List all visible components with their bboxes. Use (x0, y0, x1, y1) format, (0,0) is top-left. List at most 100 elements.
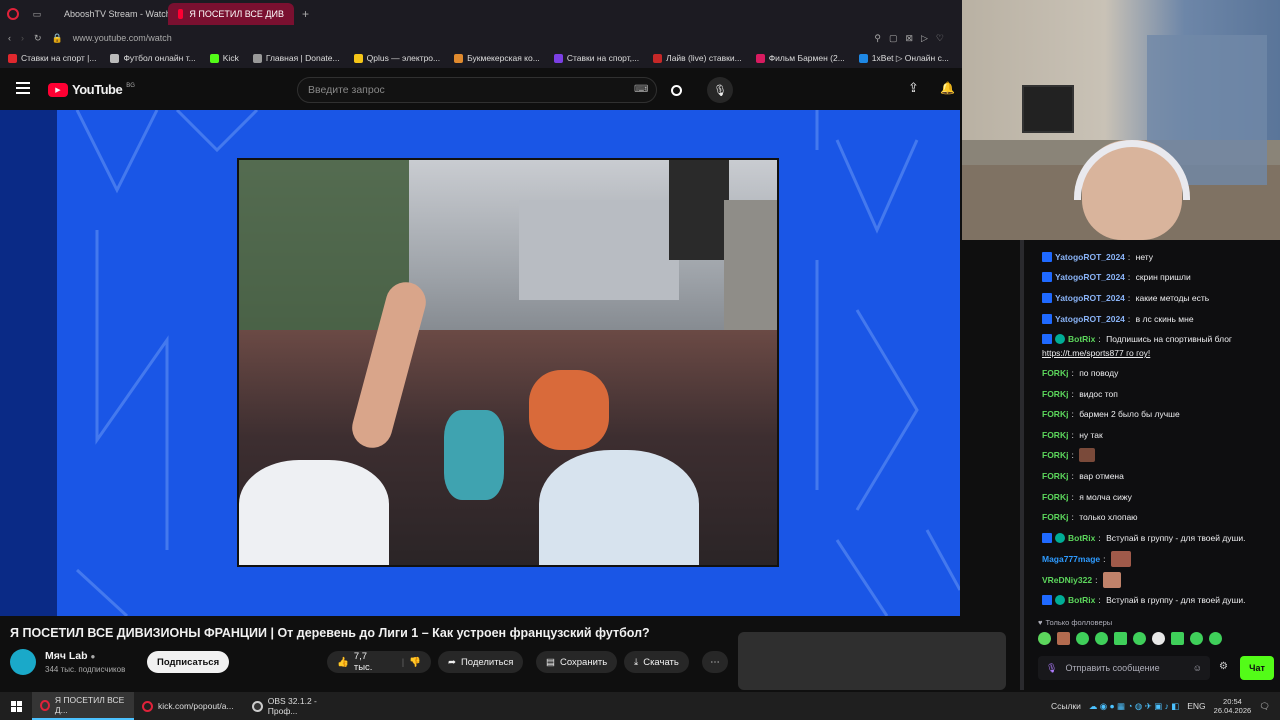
save-button[interactable]: ▤ Сохранить (536, 651, 618, 673)
more-actions-button[interactable]: ⋯ (702, 651, 728, 673)
bookmark[interactable]: Kick (209, 53, 239, 63)
url-field[interactable]: www.youtube.com/watch (73, 33, 172, 43)
menu-icon[interactable] (16, 82, 30, 94)
subscriber-count: 344 тыс. подписчиков (45, 665, 126, 674)
language-indicator[interactable]: ENG (1187, 701, 1205, 711)
sub-badge-icon (1042, 272, 1052, 282)
chat-message: FORKj: вар отмена (1042, 471, 1124, 481)
channel-avatar[interactable] (10, 649, 36, 675)
notifications-tray-icon[interactable]: 🗨 (1259, 701, 1270, 712)
back-icon[interactable]: ‹ (8, 33, 11, 43)
bookmark[interactable]: Футбол онлайн т... (110, 53, 196, 63)
voice-search-button[interactable]: 🎙 (707, 77, 733, 103)
bookmark[interactable]: Ставки на спорт,... (553, 53, 639, 63)
verified-icon: ● (90, 652, 96, 661)
subscribe-button[interactable]: Подписаться (147, 651, 230, 673)
mod-badge-icon (1042, 595, 1052, 605)
bot-badge-icon (1055, 533, 1065, 543)
share-button[interactable]: ➦ Поделиться (438, 651, 524, 673)
download-icon: ⤓ (634, 656, 639, 668)
tab-abooshtv[interactable]: AbooshTV Stream - Watch (48, 3, 168, 25)
chat-message: Maga777mage: (1042, 551, 1131, 567)
emote-icon[interactable] (1095, 632, 1108, 645)
emote-icon[interactable] (1057, 632, 1070, 645)
bookmark[interactable]: Ставки на спорт |... (8, 53, 96, 63)
like-button[interactable]: 👍 7,7 тыс. | 👎 (327, 651, 431, 673)
youtube-logo[interactable]: ▶ YouTube BG (48, 82, 135, 97)
obs-icon (252, 700, 263, 712)
bookmark[interactable]: Фильм Бармен (2... (755, 53, 845, 63)
emoji-icon[interactable]: ☺ (1193, 663, 1202, 673)
new-tab-button[interactable]: + (294, 7, 317, 21)
channel-name[interactable]: Мяч Lab ● (45, 650, 95, 662)
reload-icon[interactable]: ↻ (34, 33, 42, 44)
browser-tab-bar: ▭ AbooshTV Stream - Watch Я ПОСЕТИЛ ВСЕ … (0, 0, 962, 28)
emote-icon[interactable] (1114, 632, 1127, 645)
thumbs-down-icon[interactable]: 👎 (409, 657, 421, 668)
chat-message: YatogoROT_2024: в лс скинь мне (1042, 314, 1194, 324)
save-icon: ▤ (546, 656, 555, 668)
bookmark[interactable]: Qplus — электро... (353, 53, 440, 63)
bookmark[interactable]: Лайв (live) ставки... (653, 53, 742, 63)
video-title: Я ПОСЕТИЛ ВСЕ ДИВИЗИОНЫ ФРАНЦИИ | От дер… (10, 626, 650, 640)
side-panel (738, 632, 1006, 690)
chat-message: FORKj: по поводу (1042, 368, 1119, 378)
search-button[interactable] (662, 77, 690, 103)
opera-icon (142, 700, 153, 712)
bookmark[interactable]: Главная | Donate... (252, 53, 340, 63)
video-clip-crowd (237, 158, 779, 567)
send-chat-button[interactable]: Чат (1240, 656, 1274, 680)
chat-message: FORKj: бармен 2 было бы лучше (1042, 409, 1180, 419)
links-toolbar[interactable]: Ссылки (1051, 701, 1081, 711)
youtube-icon (178, 9, 184, 19)
search-input[interactable]: Введите запрос (297, 77, 657, 103)
lock-icon: 🔒 (51, 32, 63, 43)
chat-message: FORKj: ну так (1042, 430, 1103, 440)
download-button[interactable]: ⤓ Скачать (624, 651, 689, 673)
emote-icon (1079, 448, 1096, 462)
emote-icon[interactable] (1152, 632, 1165, 645)
chat-input[interactable]: 🎙 Отправить сообщение ☺ (1038, 656, 1210, 680)
windows-taskbar: Я ПОСЕТИЛ ВСЕ Д... kick.com/popout/a... … (0, 692, 1280, 720)
fan-teal (444, 410, 504, 500)
settings-icon[interactable]: ⚙ (1219, 661, 1228, 672)
clock[interactable]: 20:54 26.04.2026 (1214, 697, 1252, 715)
tray-icons[interactable]: ☁ ◉ ● ▦ ◔ ◍ ✈ ▣ ♪ ◧ (1089, 701, 1179, 712)
emote-icon[interactable] (1209, 632, 1222, 645)
stream-chat: YatogoROT_2024: нету YatogoROT_2024: скр… (1020, 240, 1280, 690)
emote-icon[interactable] (1076, 632, 1089, 645)
start-button[interactable] (0, 700, 32, 712)
chat-message: BotRix: Вступай в группу - для твоей душ… (1042, 595, 1246, 605)
taskbar-app-kick[interactable]: kick.com/popout/a... (134, 692, 244, 720)
bookmark[interactable]: 1xBet ▷ Онлайн с... (858, 53, 949, 64)
opera-logo-icon[interactable] (0, 8, 26, 20)
chat-scrollbar[interactable] (1020, 240, 1024, 690)
fan-shirt-center (539, 450, 699, 565)
chat-message: FORKj: (1042, 448, 1096, 462)
chat-message: YatogoROT_2024: нету (1042, 252, 1153, 262)
emote-icon[interactable] (1038, 632, 1051, 645)
microphone-icon: 🎙 (713, 84, 727, 97)
microphone-icon[interactable]: 🎙 (1046, 663, 1057, 674)
bot-badge-icon (1055, 334, 1065, 344)
forward-icon[interactable]: › (21, 33, 24, 43)
emote-icon[interactable] (1133, 632, 1146, 645)
upload-icon[interactable]: ⇪ (908, 80, 919, 96)
chat-link[interactable]: https://t.me/sports877 го гоу! (1042, 348, 1150, 358)
keyboard-icon[interactable]: ⌨ (634, 84, 648, 95)
browser-toolbar-icons[interactable]: ⚲▢⊠▷♡ (874, 33, 952, 44)
chat-message: FORKj: только хлопаю (1042, 512, 1138, 522)
heart-icon: ♥ (1038, 618, 1043, 627)
bot-badge-icon (1055, 595, 1065, 605)
emote-icon[interactable] (1171, 632, 1184, 645)
bookmark[interactable]: Букмекерская ко... (454, 53, 540, 63)
taskbar-app-obs[interactable]: OBS 32.1.2 - Проф... (244, 692, 354, 720)
emote-icon[interactable] (1190, 632, 1203, 645)
windows-icon (10, 700, 22, 712)
tab-youtube-video[interactable]: Я ПОСЕТИЛ ВСЕ ДИВ (168, 3, 294, 25)
tab-snapshot-icon[interactable]: ▭ (26, 9, 48, 20)
followers-only-notice: ♥ Только фолловеры (1038, 618, 1113, 627)
notifications-icon[interactable]: 🔔 (940, 81, 955, 95)
chat-message: BotRix: Подпишись на спортивный блог (1042, 334, 1232, 344)
taskbar-app-opera[interactable]: Я ПОСЕТИЛ ВСЕ Д... (32, 692, 134, 720)
